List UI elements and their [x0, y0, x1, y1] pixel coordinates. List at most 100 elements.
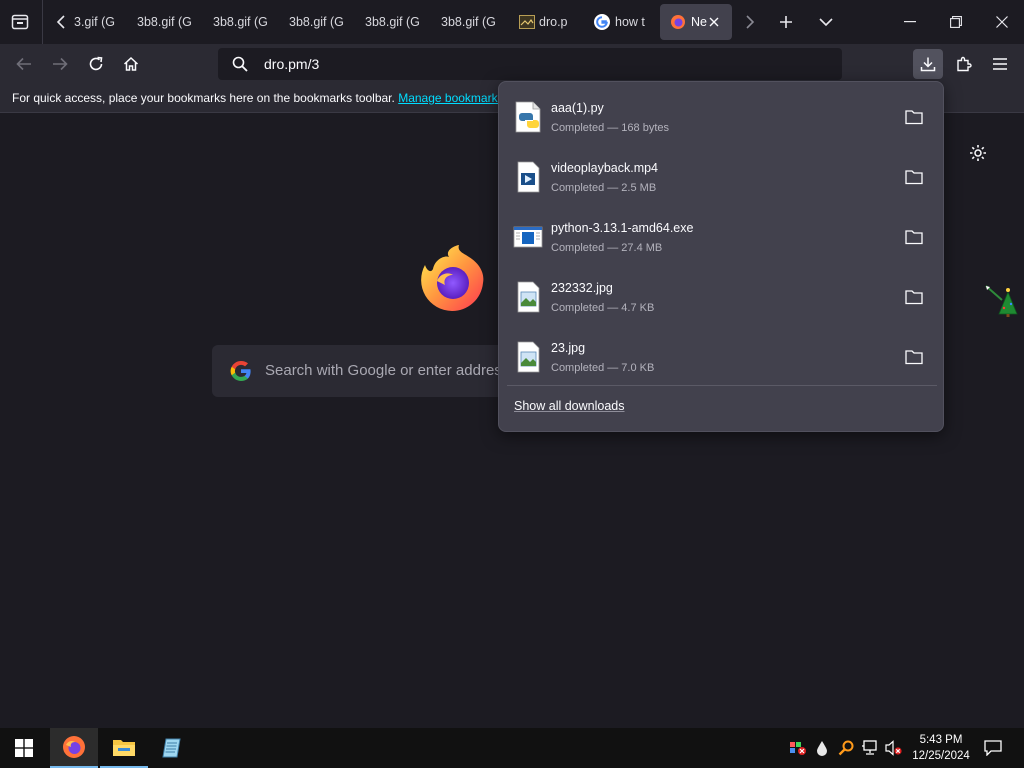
tab-label: 3b8.gif (G [365, 15, 419, 29]
manage-bookmarks-link[interactable]: Manage bookmarks [398, 91, 503, 105]
restore-button[interactable] [934, 0, 978, 44]
folder-icon[interactable] [905, 289, 923, 305]
search-placeholder: Search with Google or enter address [265, 362, 510, 379]
download-item[interactable]: aaa(1).py Completed — 168 bytes [505, 85, 937, 145]
restore-icon [950, 16, 962, 28]
magnifier-icon [838, 740, 854, 756]
tab-strip: 3.gif (G 3b8.gif (G 3b8.gif (G 3b8.gif (… [0, 0, 1024, 44]
tab-gif-4[interactable]: 3b8.gif (G [289, 4, 343, 40]
tab-label: dro.p [539, 15, 568, 29]
download-status: Completed — 7.0 KB [551, 362, 655, 374]
scroll-tabs-left-button[interactable] [50, 0, 72, 44]
extensions-button[interactable] [950, 50, 978, 78]
folder-icon[interactable] [905, 169, 923, 185]
taskbar-firefox[interactable] [50, 728, 98, 768]
tab-divider [42, 0, 43, 44]
folder-icon[interactable] [905, 109, 923, 125]
tab-gif-5[interactable]: 3b8.gif (G [365, 4, 419, 40]
tray-drop-icon-button[interactable] [810, 728, 834, 768]
image-file-icon [517, 281, 540, 313]
water-drop-icon [817, 741, 827, 756]
app-menu-button[interactable] [986, 50, 1014, 78]
folder-icon[interactable] [905, 349, 923, 365]
forward-button[interactable] [46, 50, 74, 78]
start-button[interactable] [0, 728, 48, 768]
tray-security-icon-button[interactable] [784, 728, 812, 768]
address-bar[interactable]: dro.pm/3 [218, 48, 842, 80]
plus-icon [780, 16, 792, 28]
notification-icon [984, 740, 1002, 756]
action-center-button[interactable] [976, 728, 1010, 768]
panel-divider [507, 385, 937, 386]
close-window-button[interactable] [980, 0, 1024, 44]
navigation-toolbar: dro.pm/3 [0, 44, 1024, 84]
download-status: Completed — 2.5 MB [551, 182, 657, 194]
taskbar-notepad[interactable] [148, 728, 196, 768]
volume-muted-icon [885, 740, 902, 756]
tab-label: 3b8.gif (G [137, 15, 191, 29]
tray-volume-icon-button[interactable] [882, 728, 906, 768]
minimize-icon [904, 21, 916, 23]
back-button[interactable] [10, 50, 38, 78]
tab-label: Ne [691, 15, 707, 29]
tab-new-tab-active[interactable]: Ne [660, 4, 732, 40]
tab-dro[interactable]: dro.p [517, 4, 571, 40]
downloads-panel: aaa(1).py Completed — 168 bytes videopla… [498, 81, 944, 432]
tray-search-icon-button[interactable] [834, 728, 858, 768]
tab-gif-6[interactable]: 3b8.gif (G [441, 4, 495, 40]
download-filename: 232332.jpg [551, 281, 613, 295]
hamburger-menu-icon [993, 58, 1007, 70]
tab-gif-2[interactable]: 3b8.gif (G [137, 4, 191, 40]
download-item[interactable]: videoplayback.mp4 Completed — 2.5 MB [505, 145, 937, 205]
puzzle-icon [957, 56, 972, 72]
image-file-icon [517, 341, 540, 373]
folder-icon[interactable] [905, 229, 923, 245]
chevron-right-icon [746, 15, 755, 29]
list-all-tabs-button[interactable] [812, 0, 840, 44]
minimize-button[interactable] [888, 0, 932, 44]
download-item[interactable]: python-3.13.1-amd64.exe Completed — 27.4… [505, 205, 937, 265]
firefox-favicon-icon [671, 15, 685, 29]
python-file-icon [515, 101, 541, 133]
bookmarks-message: For quick access, place your bookmarks h… [12, 91, 395, 105]
file-explorer-icon [113, 740, 135, 756]
home-icon [123, 56, 139, 71]
download-filename: aaa(1).py [551, 101, 604, 115]
video-file-icon [517, 161, 540, 193]
show-all-downloads-button[interactable]: Show all downloads [514, 399, 625, 413]
reload-icon [89, 56, 103, 71]
downloads-button[interactable] [913, 49, 943, 79]
download-filename: 23.jpg [551, 341, 586, 355]
download-item[interactable]: 232332.jpg Completed — 4.7 KB [505, 265, 937, 325]
tab-favicon-icon [519, 15, 535, 29]
tab-label: how t [615, 15, 645, 29]
christmas-tree-cursor-icon [985, 285, 1018, 317]
notepad-icon [162, 738, 181, 758]
download-filename: videoplayback.mp4 [551, 161, 659, 175]
close-icon [996, 16, 1008, 28]
firefox-app-icon [63, 736, 85, 758]
firefox-view-icon [11, 14, 29, 30]
firefox-view-button[interactable] [0, 0, 40, 44]
tab-label: 3b8.gif (G [289, 15, 343, 29]
new-tab-button[interactable] [772, 0, 800, 44]
google-favicon-icon [594, 14, 610, 30]
windows-taskbar: 5:43 PM 12/25/2024 [0, 728, 1024, 768]
tab-google[interactable]: how t [593, 4, 649, 40]
download-status: Completed — 4.7 KB [551, 302, 655, 314]
taskbar-clock[interactable]: 5:43 PM 12/25/2024 [906, 732, 976, 764]
scroll-tabs-right-button[interactable] [740, 0, 760, 44]
reload-button[interactable] [82, 50, 110, 78]
gear-icon[interactable] [969, 144, 987, 162]
download-item[interactable]: 23.jpg Completed — 7.0 KB [505, 325, 937, 385]
tray-network-icon-button[interactable] [858, 728, 882, 768]
windows-logo-icon [15, 739, 33, 757]
tab-gif-1[interactable]: 3.gif (G [74, 4, 118, 40]
close-tab-icon[interactable] [709, 17, 719, 27]
download-filename: python-3.13.1-amd64.exe [551, 221, 694, 235]
address-text: dro.pm/3 [264, 56, 320, 72]
taskbar-file-explorer[interactable] [100, 728, 148, 768]
tab-gif-3[interactable]: 3b8.gif (G [213, 4, 267, 40]
chevron-left-icon [56, 15, 65, 29]
home-button[interactable] [117, 50, 145, 78]
